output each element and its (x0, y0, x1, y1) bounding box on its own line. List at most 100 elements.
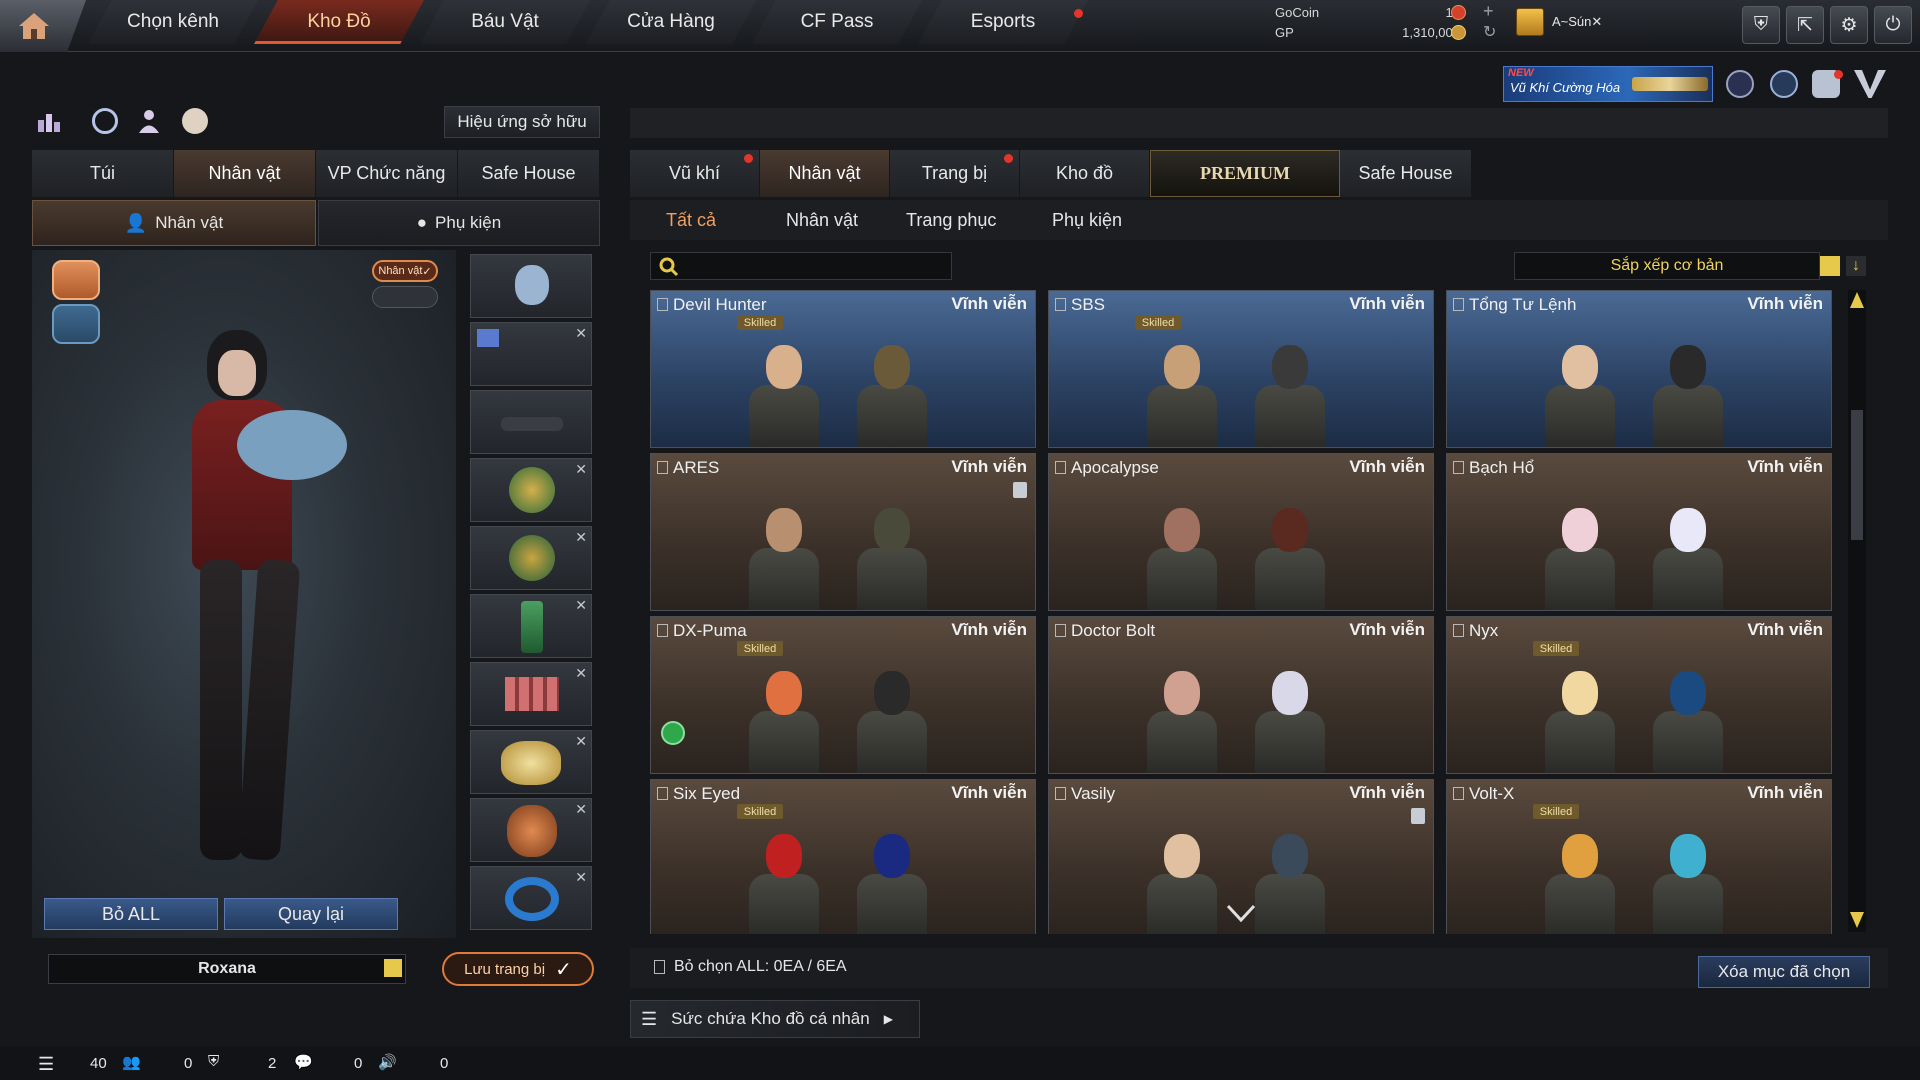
w-logo-icon[interactable] (1854, 70, 1886, 98)
character-card[interactable]: Six Eyed Vĩnh viễn Skilled (650, 779, 1036, 934)
character-card[interactable]: Nyx Vĩnh viễn Skilled (1446, 616, 1832, 774)
close-icon[interactable]: ✕ (575, 529, 587, 546)
character-preview[interactable]: Nhân vật ✓ (32, 250, 456, 938)
equip-slot-mask[interactable]: ✕ (470, 798, 592, 862)
equip-slot-spray[interactable]: ✕ (470, 322, 592, 386)
bookmark-icon[interactable] (1055, 298, 1066, 311)
character-card[interactable]: Tổng Tư Lệnh Vĩnh viễn (1446, 290, 1832, 448)
bookmark-icon[interactable] (1055, 461, 1066, 474)
face-outline-icon[interactable] (52, 304, 100, 344)
subtab-character[interactable]: Nhân vật (786, 210, 858, 231)
menu-list-icon[interactable] (384, 959, 402, 977)
equip-slot-pet[interactable] (470, 254, 592, 318)
subtab-accessory[interactable]: Phụ kiện (1052, 210, 1122, 231)
scrollbar-thumb[interactable] (1851, 410, 1863, 540)
close-icon[interactable]: ✕ (575, 801, 587, 818)
power-icon[interactable]: ⏻ (1874, 6, 1912, 44)
event-v-icon[interactable] (1726, 70, 1754, 98)
equip-slot-badge-2[interactable]: ✕ (470, 526, 592, 590)
bookmark-icon[interactable] (1453, 787, 1464, 800)
character-card[interactable]: DX-Puma Vĩnh viễn Skilled (650, 616, 1036, 774)
character-toggle[interactable]: Nhân vật ✓ (372, 260, 438, 282)
tab-weapons[interactable]: Vũ khí (630, 150, 760, 197)
tab-vp-function[interactable]: VP Chức năng (316, 150, 458, 197)
character-card[interactable]: Devil Hunter Vĩnh viễn Skilled (650, 290, 1036, 448)
subtab-character[interactable]: 👤 Nhân vật (32, 200, 316, 246)
bookmark-icon[interactable] (654, 960, 665, 974)
bookmark-icon[interactable] (1453, 624, 1464, 637)
close-icon[interactable]: ✕ (575, 461, 587, 478)
tab-safe-house[interactable]: Safe House (1340, 150, 1472, 197)
character-swap-icon[interactable] (136, 108, 162, 134)
close-icon[interactable]: ✕ (575, 733, 587, 750)
equip-slot-ammo[interactable]: ✕ (470, 662, 592, 726)
tab-premium[interactable]: PREMIUM (1150, 150, 1340, 197)
back-button[interactable]: Quay lại (224, 898, 398, 930)
deselect-all-label[interactable]: Bỏ chọn ALL: 0EA / 6EA (674, 958, 847, 976)
history-icon[interactable] (92, 108, 118, 134)
shield-icon[interactable]: ⛨ (208, 1053, 219, 1070)
owned-effects-button[interactable]: Hiệu ứng sở hữu (444, 106, 600, 138)
character-card[interactable]: Apocalypse Vĩnh viễn (1048, 453, 1434, 611)
exit-room-icon[interactable]: ⇱ (1786, 6, 1824, 44)
ranking-icon[interactable] (36, 108, 62, 134)
nav-tab-shop[interactable]: Cửa Hàng (586, 0, 756, 44)
equip-slot-ring[interactable]: ✕ (470, 866, 592, 930)
tab-bag[interactable]: Túi (32, 150, 174, 197)
bookmark-icon[interactable] (657, 461, 668, 474)
bookmark-icon[interactable] (657, 298, 668, 311)
equip-slot-glasses[interactable] (470, 390, 592, 454)
nav-tab-inventory[interactable]: Kho Đồ (254, 0, 424, 44)
tab-equipment[interactable]: Trang bị (890, 150, 1020, 197)
capacity-button[interactable]: ☰ Sức chứa Kho đồ cá nhân ▶ (630, 1000, 920, 1038)
subtab-accessory[interactable]: ● Phụ kiện (318, 200, 600, 246)
friends-icon[interactable]: 👥 (122, 1053, 141, 1071)
gear-icon[interactable]: ⚙ (1830, 6, 1868, 44)
subtab-costume[interactable]: Trang phục (906, 210, 996, 231)
close-icon[interactable]: ✕ (575, 665, 587, 682)
nav-tab-channel[interactable]: Chọn kênh (88, 0, 258, 44)
chat-icon[interactable]: 💬 (294, 1053, 313, 1071)
remove-all-button[interactable]: Bỏ ALL (44, 898, 218, 930)
promo-banner[interactable]: NEW Vũ Khí Cường Hóa (1503, 66, 1713, 102)
equip-slot-knuckle[interactable]: ✕ (470, 730, 592, 794)
scrollbar-track[interactable] (1848, 290, 1866, 932)
face-character-icon[interactable] (52, 260, 100, 300)
add-currency-icon[interactable]: + (1483, 1, 1494, 22)
chevron-down-icon[interactable] (1226, 902, 1256, 926)
bookmark-icon[interactable] (657, 787, 668, 800)
scroll-down-icon[interactable] (1850, 912, 1864, 928)
speaker-icon[interactable]: 🔊 (378, 1053, 397, 1071)
tab-storage[interactable]: Kho đồ (1020, 150, 1150, 197)
refresh-icon[interactable]: ↻ (1483, 22, 1496, 42)
character-card[interactable]: Volt-X Vĩnh viễn Skilled (1446, 779, 1832, 934)
tab-character[interactable]: Nhân vật (174, 150, 316, 197)
close-icon[interactable]: ✕ (575, 597, 587, 614)
shield-icon[interactable]: ⛨ (1742, 6, 1780, 44)
menu-icon[interactable]: ☰ (38, 1054, 54, 1075)
close-icon[interactable]: ✕ (575, 325, 587, 342)
bookmark-icon[interactable] (657, 624, 668, 637)
character-card[interactable]: ARES Vĩnh viễn (650, 453, 1036, 611)
sort-direction-icon[interactable]: ↓ (1846, 256, 1866, 276)
nav-tab-esports[interactable]: Esports (918, 0, 1088, 44)
equip-slot-badge-1[interactable]: ✕ (470, 458, 592, 522)
hide-toggle[interactable] (372, 286, 438, 308)
grenade-icon[interactable] (182, 108, 208, 134)
globe-icon[interactable] (1770, 70, 1798, 98)
close-icon[interactable]: ✕ (575, 869, 587, 886)
delete-selected-button[interactable]: Xóa mục đã chọn (1698, 956, 1870, 988)
list-view-icon[interactable] (1820, 256, 1840, 276)
search-input[interactable] (650, 252, 952, 280)
sort-dropdown[interactable]: Sắp xếp cơ bản (1514, 252, 1820, 280)
character-card[interactable]: SBS Vĩnh viễn Skilled (1048, 290, 1434, 448)
bookmark-icon[interactable] (1055, 787, 1066, 800)
nav-tab-cf-pass[interactable]: CF Pass (752, 0, 922, 44)
tab-character[interactable]: Nhân vật (760, 150, 890, 197)
subtab-all[interactable]: Tất cả (666, 210, 716, 231)
bookmark-icon[interactable] (1055, 624, 1066, 637)
equip-slot-grenade[interactable]: ✕ (470, 594, 592, 658)
tab-safe-house[interactable]: Safe House (458, 150, 600, 197)
character-card[interactable]: Bạch Hổ Vĩnh viễn (1446, 453, 1832, 611)
bookmark-icon[interactable] (1453, 461, 1464, 474)
